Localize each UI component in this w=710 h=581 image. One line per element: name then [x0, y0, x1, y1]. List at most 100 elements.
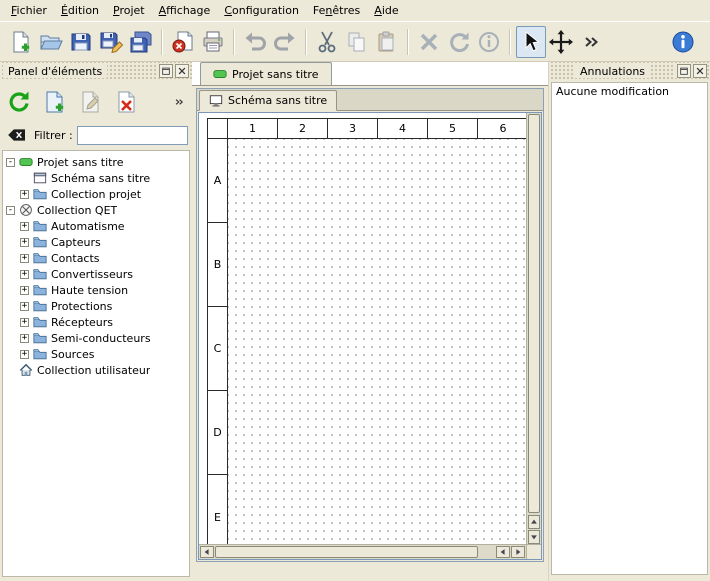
filter-input[interactable] — [77, 126, 188, 145]
expand-icon[interactable]: + — [20, 270, 29, 279]
menu-projet[interactable]: Projet — [106, 1, 152, 20]
menu-fichier[interactable]: Fichier — [4, 1, 54, 20]
tree-item-semi-conducteurs[interactable]: +Semi-conducteurs — [3, 330, 189, 346]
tab-projet-sans-titre[interactable]: Projet sans titre — [200, 62, 332, 85]
toolbar-separator — [161, 29, 163, 55]
menubar: FichierÉditionProjetAffichageConfigurati… — [0, 0, 710, 22]
reload-icon — [7, 90, 31, 114]
diagram-sheet[interactable]: 123456 ABCDE — [207, 118, 528, 560]
info-blue-button[interactable] — [668, 26, 698, 58]
move-button[interactable] — [546, 26, 576, 58]
main-toolbar — [0, 22, 710, 62]
scroll-up-button[interactable] — [528, 515, 540, 529]
tree-item-convertisseurs[interactable]: +Convertisseurs — [3, 266, 189, 282]
save-all-icon — [129, 30, 153, 54]
redo-button[interactable] — [270, 26, 300, 58]
info-gray-button[interactable] — [474, 26, 504, 58]
scroll-down-button[interactable] — [528, 530, 540, 544]
vertical-scrollbar-thumb[interactable] — [528, 114, 540, 513]
project-icon — [19, 155, 33, 169]
expand-icon[interactable]: + — [20, 254, 29, 263]
expand-icon[interactable]: + — [20, 302, 29, 311]
expand-icon[interactable]: + — [20, 350, 29, 359]
edit-element-button[interactable] — [76, 87, 106, 117]
close-file-button[interactable] — [168, 26, 198, 58]
close-undo-panel-button[interactable] — [693, 64, 707, 78]
expand-icon[interactable]: + — [20, 222, 29, 231]
undo-panel: Annulations Aucune modification — [548, 62, 710, 581]
undo-icon — [243, 30, 267, 54]
scroll-right-button[interactable] — [511, 546, 525, 558]
tree-item-projet-sans-titre[interactable]: -Projet sans titre — [3, 154, 189, 170]
float-panel-button[interactable] — [159, 64, 173, 78]
tree-item-capteurs[interactable]: +Capteurs — [3, 234, 189, 250]
menu-affichage[interactable]: Affichage — [152, 1, 218, 20]
vertical-scrollbar[interactable] — [526, 113, 541, 544]
tree-item-protections[interactable]: +Protections — [3, 298, 189, 314]
delete-element-button[interactable] — [112, 87, 142, 117]
save-all-button[interactable] — [126, 26, 156, 58]
tree-item-sources[interactable]: +Sources — [3, 346, 189, 362]
paste-button[interactable] — [372, 26, 402, 58]
folder-icon — [33, 235, 47, 249]
overflow-chevron-button[interactable] — [576, 26, 606, 58]
expand-icon[interactable]: + — [20, 334, 29, 343]
tab-schema-sans-titre[interactable]: Schéma sans titre — [199, 90, 337, 111]
save-button[interactable] — [66, 26, 96, 58]
undo-button[interactable] — [240, 26, 270, 58]
clear-filter-button[interactable] — [4, 125, 30, 145]
save-as-button[interactable] — [96, 26, 126, 58]
undo-history-list[interactable]: Aucune modification — [551, 82, 708, 575]
new-document-button[interactable] — [6, 26, 36, 58]
tree-item-collection-projet[interactable]: +Collection projet — [3, 186, 189, 202]
print-button[interactable] — [198, 26, 228, 58]
tree-item-recepteurs[interactable]: +Récepteurs — [3, 314, 189, 330]
collapse-icon[interactable]: - — [6, 158, 15, 167]
new-element-button[interactable] — [40, 87, 70, 117]
menu-configuration[interactable]: Configuration — [217, 1, 306, 20]
menu-aide[interactable]: Aide — [367, 1, 405, 20]
copy-icon — [345, 30, 369, 54]
horizontal-scrollbar-track[interactable] — [479, 546, 495, 558]
scroll-left-button-2[interactable] — [496, 546, 510, 558]
toolbar-separator — [509, 29, 511, 55]
tree-item-schema-sans-titre[interactable]: Schéma sans titre — [3, 170, 189, 186]
toolbar-separator — [407, 29, 409, 55]
copy-button[interactable] — [342, 26, 372, 58]
tree-item-contacts[interactable]: +Contacts — [3, 250, 189, 266]
cut-button[interactable] — [312, 26, 342, 58]
folder-icon — [33, 315, 47, 329]
project-tab-label: Projet sans titre — [232, 68, 319, 81]
new-document-icon — [9, 30, 33, 54]
overflow-chevron-icon — [172, 95, 186, 109]
expand-icon[interactable]: + — [20, 318, 29, 327]
scroll-left-icon — [203, 548, 211, 556]
diagram-view[interactable]: 123456 ABCDE — [198, 112, 542, 560]
workspace-area: Projet sans titre Schéma sans titre 1234… — [192, 62, 548, 581]
diagram-grid-area[interactable] — [228, 139, 527, 559]
tree-item-automatisme[interactable]: +Automatisme — [3, 218, 189, 234]
diagram-column-headers: 123456 — [208, 119, 527, 139]
expand-icon[interactable]: + — [20, 286, 29, 295]
undo-panel-header[interactable]: Annulations — [549, 62, 710, 80]
overflow-chevron-button[interactable] — [170, 87, 188, 117]
expand-icon[interactable]: + — [20, 238, 29, 247]
tree-item-collection-utilisateur[interactable]: Collection utilisateur — [3, 362, 189, 378]
scroll-left-button[interactable] — [200, 546, 214, 558]
delete-button[interactable] — [414, 26, 444, 58]
horizontal-scrollbar[interactable] — [199, 544, 526, 559]
select-arrow-button[interactable] — [516, 26, 546, 58]
close-panel-button[interactable] — [175, 64, 189, 78]
elements-panel-header[interactable]: Panel d'éléments — [0, 62, 192, 80]
expand-icon[interactable]: + — [20, 190, 29, 199]
tree-item-collection-qet[interactable]: -Collection QET — [3, 202, 189, 218]
horizontal-scrollbar-thumb[interactable] — [215, 546, 478, 558]
tree-item-haute-tension[interactable]: +Haute tension — [3, 282, 189, 298]
collapse-icon[interactable]: - — [6, 206, 15, 215]
rotate-button[interactable] — [444, 26, 474, 58]
menu-fenetres[interactable]: Fenêtres — [306, 1, 367, 20]
reload-button[interactable] — [4, 87, 34, 117]
float-undo-panel-button[interactable] — [677, 64, 691, 78]
open-folder-button[interactable] — [36, 26, 66, 58]
menu-edition[interactable]: Édition — [54, 1, 106, 20]
